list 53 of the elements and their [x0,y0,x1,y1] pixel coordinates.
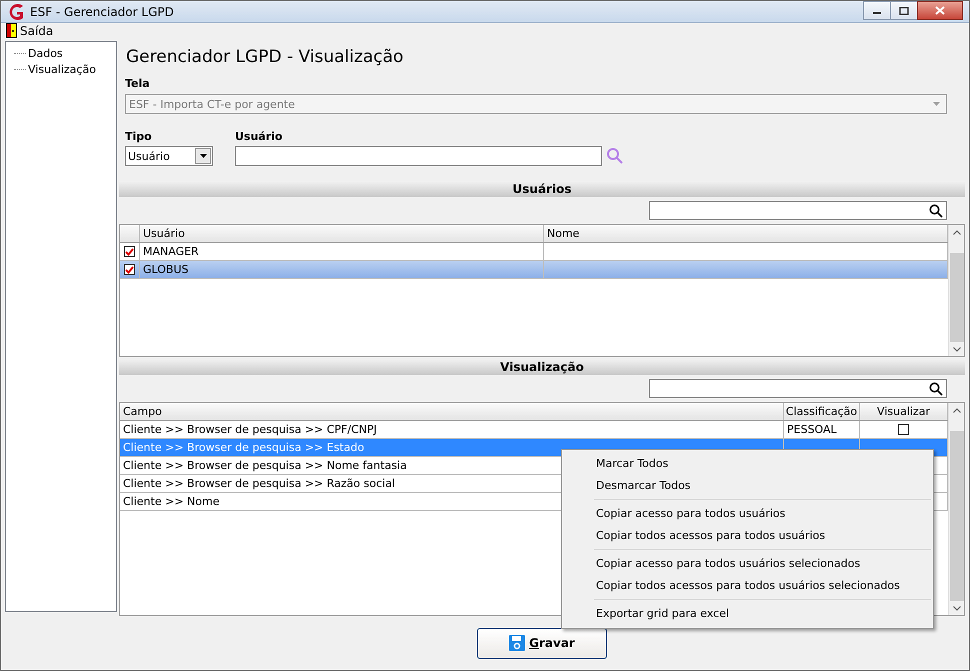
section-header: Usuários [119,181,965,197]
scroll-up-icon[interactable] [952,408,960,412]
menu-item[interactable]: Exportar grid para excel [564,603,931,625]
scrollbar[interactable] [948,403,964,615]
table-row[interactable]: GLOBUS [120,261,948,279]
page-heading: Gerenciador LGPD - Visualização [125,46,404,69]
checkmark-icon [125,248,134,256]
search-icon[interactable] [929,382,943,396]
table-cell: MANAGER [143,245,199,258]
search-field[interactable] [649,201,947,220]
column-header[interactable]: Usuário [140,225,544,242]
field-label: Tipo [125,130,153,143]
menu-item[interactable]: Saída [6,23,54,38]
save-button[interactable]: Gravar [477,628,607,658]
checkbox[interactable] [124,264,135,275]
menu-item[interactable]: Copiar todos acessos para todos usuários [564,525,931,547]
close-button[interactable] [917,1,963,20]
maximize-button[interactable] [890,1,918,20]
scroll-down-icon[interactable] [952,346,960,352]
tree-item[interactable]: Visualização [28,62,96,76]
scroll-down-icon[interactable] [952,606,960,610]
menu-item[interactable]: Copiar todos acessos para todos usuários selecionados [564,575,931,597]
table-cell: PESSOAL [787,423,837,436]
door-icon [6,23,17,38]
type-dropdown[interactable]: Usuário [125,146,213,166]
column-header[interactable]: Classificação [784,403,860,420]
table-cell: Cliente >> Browser de pesquisa >> Razão social [123,477,395,490]
table-cell: Cliente >> Browser de pesquisa >> Estado [123,441,364,454]
field-label: Tela [125,77,151,90]
minimize-button[interactable] [863,1,891,20]
dropdown-arrow-icon[interactable] [200,154,206,158]
menu-item[interactable]: Copiar acesso para todos usuários selecionados [564,553,931,575]
table-cell: Cliente >> Browser de pesquisa >> CPF/CNPJ [123,423,377,436]
scrollbar[interactable] [948,225,964,356]
table-cell: Cliente >> Browser de pesquisa >> Nome fantasia [123,459,407,472]
checkbox[interactable] [124,246,135,257]
section-header: Visualização [119,359,965,375]
close-icon [935,6,945,15]
search-icon[interactable] [929,204,943,218]
table-cell: GLOBUS [143,263,188,276]
column-header[interactable]: Campo [120,403,784,420]
app-logo-icon [7,2,25,20]
scroll-up-icon[interactable] [952,230,960,234]
search-field[interactable] [649,379,947,398]
checkmark-icon [125,266,134,274]
tree-item[interactable]: Dados [28,46,63,60]
table-cell: Cliente >> Nome [123,495,220,508]
checkbox[interactable] [898,424,909,435]
user-input-field[interactable] [235,146,602,166]
maximize-icon [899,6,909,14]
field-label: Usuário [235,130,284,143]
dropdown-arrow-icon [932,102,940,106]
window-title: ESF - Gerenciador LGPD [30,4,175,18]
